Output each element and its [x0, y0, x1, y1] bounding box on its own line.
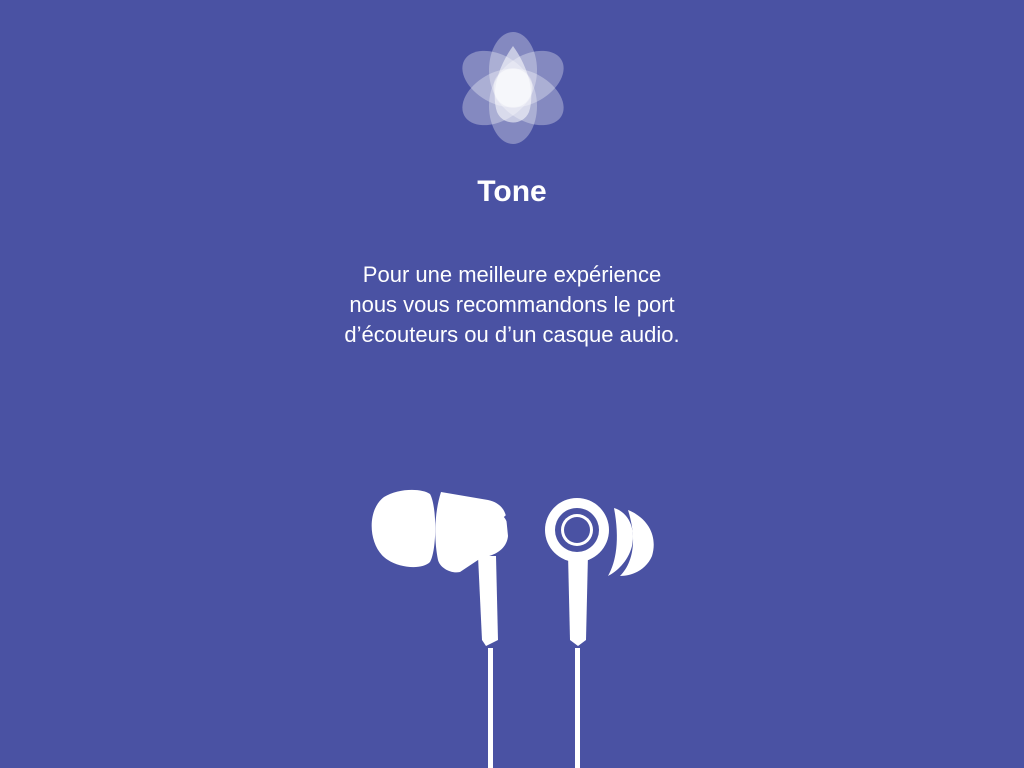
headphones-recommendation-text: Pour une meilleure expérience nous vous … [0, 260, 1024, 350]
message-line: d’écouteurs ou d’un casque audio. [344, 322, 680, 347]
onboarding-screen: Tone Pour une meilleure expérience nous … [0, 0, 1024, 768]
message-line: Pour une meilleure expérience [362, 262, 662, 287]
app-title: Tone [477, 175, 547, 208]
message-line: nous vous recommandons le port [349, 292, 675, 317]
flower-logo-icon [462, 32, 564, 144]
earbuds-icon [371, 489, 654, 768]
